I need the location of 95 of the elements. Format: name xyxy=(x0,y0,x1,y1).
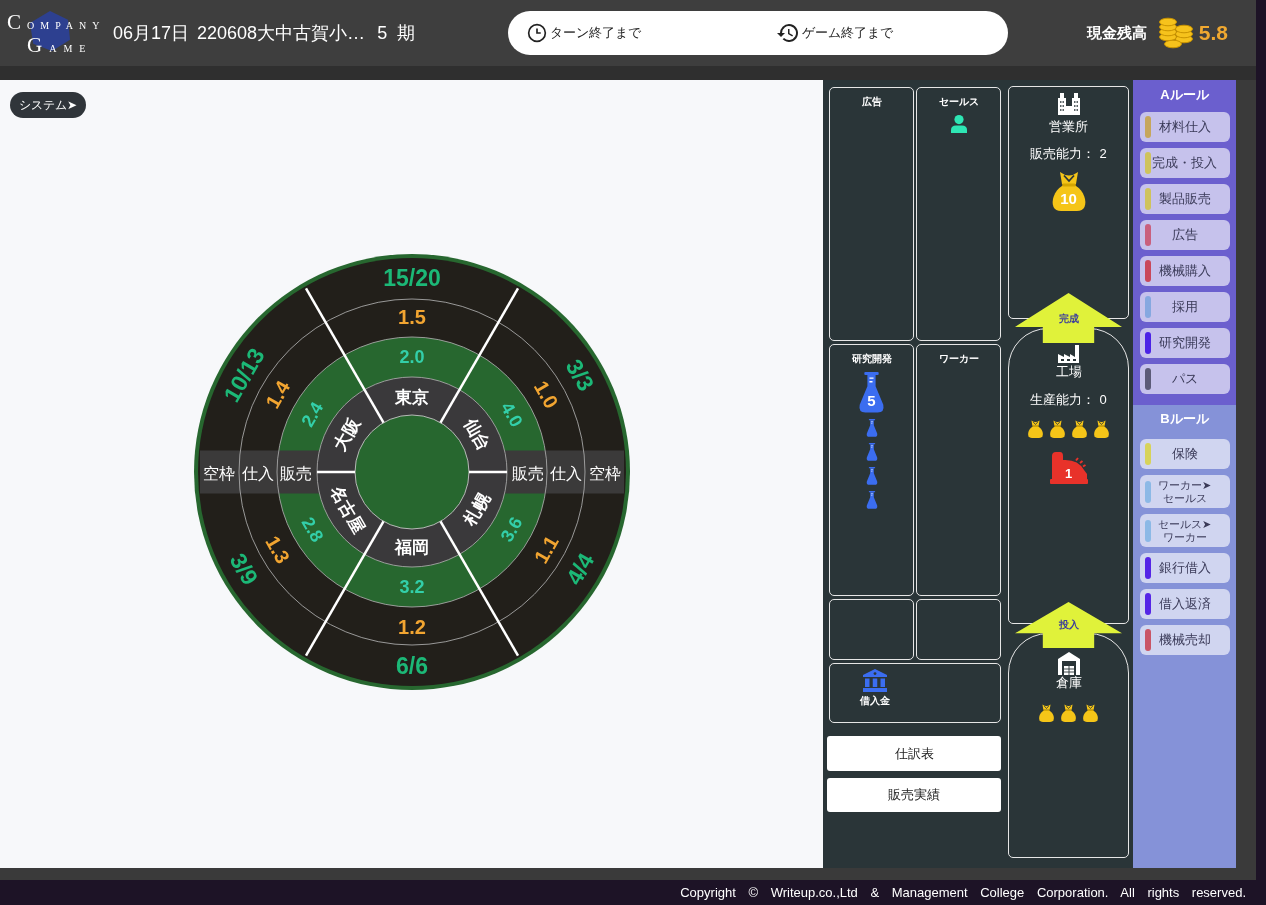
city-label: 札幌 xyxy=(460,490,494,529)
city-label: 福岡 xyxy=(395,537,429,557)
flask-icon xyxy=(864,419,879,437)
count-label: 3/9 xyxy=(224,548,264,590)
band-label: 空枠 xyxy=(589,464,621,482)
outer-value: 1.0 xyxy=(529,376,563,413)
bank-icon xyxy=(863,669,887,692)
card-title: 研究開発 xyxy=(851,353,892,365)
flask-count: 5 xyxy=(866,393,877,409)
band-label: 販売 xyxy=(280,464,312,482)
report-button[interactable]: 仕訳表 xyxy=(827,736,1001,771)
building-icon xyxy=(1056,93,1081,115)
logo: COMPANY GAME xyxy=(5,7,108,59)
rule-button[interactable]: 銀行借入 xyxy=(1139,553,1230,583)
flask-icon xyxy=(864,443,879,461)
inner-value: 4.0 xyxy=(496,398,527,431)
rule-button[interactable]: パス xyxy=(1139,364,1230,394)
count-label: 6/6 xyxy=(396,653,428,679)
section-title: Aルール xyxy=(1160,86,1209,104)
person-icon xyxy=(950,115,967,133)
cash-amount: 5.8 xyxy=(1198,21,1228,45)
machine-count: 1 xyxy=(1063,467,1074,481)
money-bag-icon xyxy=(1060,704,1077,722)
money-bag-icon xyxy=(1082,704,1099,722)
rule-button[interactable]: セールス➤ ワーカー xyxy=(1139,514,1230,547)
money-bag-icon xyxy=(1071,420,1088,438)
city-label: 仙台 xyxy=(460,415,494,454)
system-button[interactable]: システム➤ xyxy=(10,92,87,118)
card-title: 工場 xyxy=(1055,364,1082,380)
flask-icon xyxy=(864,467,879,485)
card-title: ワーカー xyxy=(938,353,979,365)
game-title: 220608大中古賀小… xyxy=(197,22,366,45)
rule-button[interactable]: 完成・投入 xyxy=(1139,148,1230,178)
city-label: 東京 xyxy=(395,387,429,407)
inner-value: 3.2 xyxy=(399,577,425,597)
count-label: 3/3 xyxy=(560,354,600,396)
city-label: 名古屋 xyxy=(326,482,369,537)
count-label: 4/4 xyxy=(560,548,600,590)
money-bag-icon xyxy=(1050,171,1087,211)
rule-button[interactable]: 材料仕入 xyxy=(1139,112,1230,142)
date-label: 06月17日 xyxy=(113,22,190,45)
money-bag-icon xyxy=(1038,704,1055,722)
machine-icon xyxy=(1048,450,1089,484)
rule-button[interactable]: 製品販売 xyxy=(1139,184,1230,214)
inner-value: 3.6 xyxy=(496,513,527,546)
factory-icon xyxy=(1056,344,1081,364)
rule-button[interactable]: 保険 xyxy=(1139,439,1230,469)
outer-value: 1.3 xyxy=(261,531,295,568)
band-label: 仕入 xyxy=(242,464,274,482)
inner-value: 2.4 xyxy=(297,398,328,431)
money-bag-icon xyxy=(1093,420,1110,438)
loan-label: 借入金 xyxy=(860,695,890,707)
capacity-label: 生産能力： xyxy=(1030,392,1096,408)
report-button[interactable]: 販売実績 xyxy=(827,778,1001,812)
capacity-value: 2 xyxy=(1099,146,1107,162)
outer-value: 1.4 xyxy=(261,376,295,413)
capacity-value: 0 xyxy=(1099,392,1107,408)
warehouse-icon xyxy=(1056,651,1081,675)
bag-count: 10 xyxy=(1059,191,1078,207)
cash-label: 現金残高 xyxy=(1086,23,1147,43)
flask-icon xyxy=(858,372,885,413)
rule-button[interactable]: ワーカー➤ セールス xyxy=(1139,475,1230,508)
outer-value: 1.2 xyxy=(398,616,426,638)
band-label: 販売 xyxy=(512,464,544,482)
history-icon xyxy=(777,24,799,42)
band-label: 空枠 xyxy=(203,464,235,482)
rule-button[interactable]: 機械売却 xyxy=(1139,625,1230,655)
card-title: 営業所 xyxy=(1049,119,1088,135)
card-title: 広告 xyxy=(861,96,882,108)
period-label: 期 xyxy=(397,22,416,45)
section-title: Bルール xyxy=(1160,410,1209,428)
money-bag-icon xyxy=(1049,420,1066,438)
card-title: 倉庫 xyxy=(1055,675,1082,691)
city-label: 大阪 xyxy=(330,415,364,454)
period-number: 5 xyxy=(377,23,388,44)
clock-icon xyxy=(527,23,547,43)
rule-button[interactable]: 研究開発 xyxy=(1139,328,1230,358)
timer-label: ゲーム終了まで xyxy=(802,24,893,42)
timer-label: ターン終了まで xyxy=(550,24,641,42)
outer-value: 1.1 xyxy=(529,531,563,568)
copyright-text: Copyright © Writeup.co.,Ltd & Management College Corporation. All rights reserved. xyxy=(680,885,1246,900)
inner-value: 2.8 xyxy=(297,513,328,546)
count-label: 15/20 xyxy=(383,265,441,291)
rule-button[interactable]: 広告 xyxy=(1139,220,1230,250)
flask-icon xyxy=(864,491,879,509)
money-bag-icon xyxy=(1027,420,1044,438)
rule-button[interactable]: 採用 xyxy=(1139,292,1230,322)
band-label: 仕入 xyxy=(550,464,582,482)
card-title: セールス xyxy=(938,96,979,108)
coins-icon xyxy=(1157,17,1194,49)
capacity-label: 販売能力： xyxy=(1030,146,1096,162)
rule-button[interactable]: 借入返済 xyxy=(1139,589,1230,619)
inner-value: 2.0 xyxy=(399,347,425,367)
rule-button[interactable]: 機械購入 xyxy=(1139,256,1230,286)
outer-value: 1.5 xyxy=(398,306,426,328)
